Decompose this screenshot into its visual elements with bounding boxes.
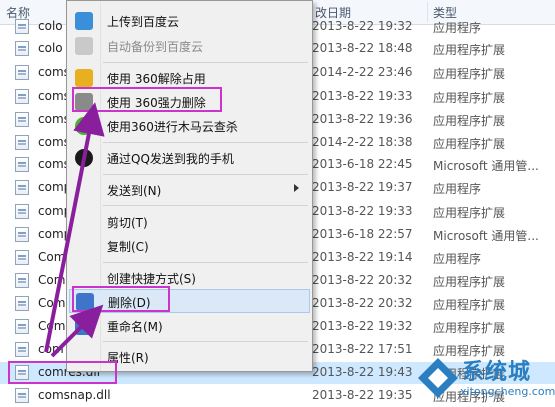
arrow-to-force-delete (44, 102, 105, 353)
arrow-to-delete (50, 304, 104, 358)
annotation-arrows (44, 102, 105, 358)
watermark: 系统城 xitongcheng.com (410, 352, 555, 405)
watermark-brand: 系统城 (462, 360, 532, 385)
watermark-url: xitongcheng.com (460, 385, 555, 398)
windows-logo-icon (418, 358, 458, 398)
